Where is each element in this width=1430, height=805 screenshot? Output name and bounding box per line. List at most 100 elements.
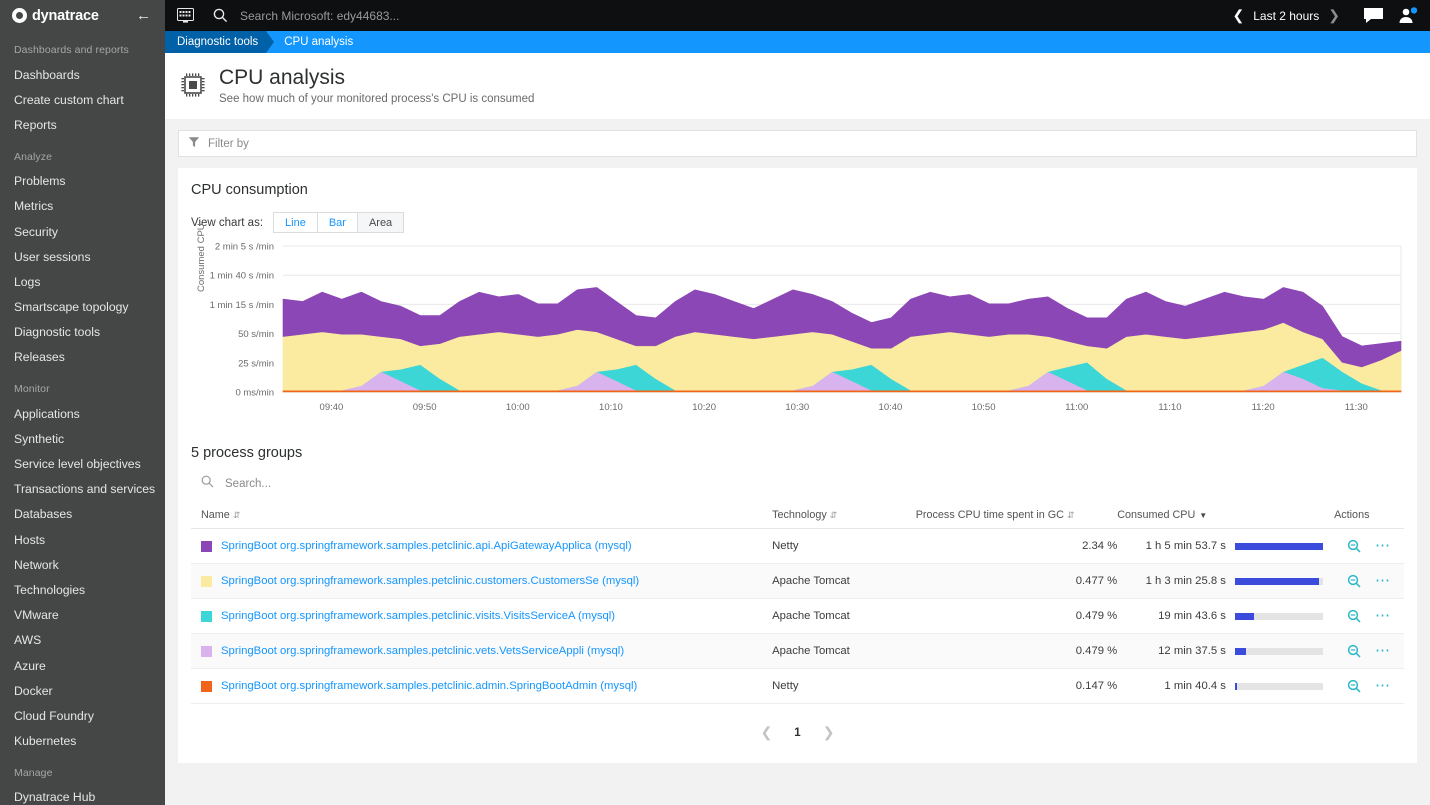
column-header-gc[interactable]: Process CPU time spent in GC⇵ (916, 503, 1118, 529)
chevron-left-icon[interactable]: ❮ (1223, 7, 1253, 24)
sidebar-item-smartscape-topology[interactable]: Smartscape topology (0, 295, 165, 320)
chevron-right-icon[interactable]: ❯ (823, 724, 835, 741)
chart-type-line-button[interactable]: Line (274, 213, 318, 232)
more-dots-icon[interactable]: ⋯ (1375, 612, 1391, 620)
sidebar-item-vmware[interactable]: VMware (0, 603, 165, 628)
sidebar-item-releases[interactable]: Releases (0, 345, 165, 370)
sidebar-item-technologies[interactable]: Technologies (0, 577, 165, 602)
sidebar-item-metrics[interactable]: Metrics (0, 194, 165, 219)
sidebar-item-synthetic[interactable]: Synthetic (0, 426, 165, 451)
process-group-link[interactable]: SpringBoot org.springframework.samples.p… (221, 540, 632, 552)
cell-gc: 0.477 % (916, 564, 1118, 599)
chart-type-bar-button[interactable]: Bar (318, 213, 358, 232)
sidebar-item-create-custom-chart[interactable]: Create custom chart (0, 87, 165, 112)
app-root: dynatrace ← Dashboards and reportsDashbo… (0, 0, 1430, 805)
magnifier-analyze-icon[interactable] (1347, 679, 1361, 693)
chat-icon[interactable] (1363, 7, 1384, 24)
table-row[interactable]: SpringBoot org.springframework.samples.p… (191, 599, 1404, 634)
time-range-selector[interactable]: Last 2 hours (1253, 9, 1319, 23)
sidebar-item-diagnostic-tools[interactable]: Diagnostic tools (0, 320, 165, 345)
column-label-name: Name (201, 509, 230, 521)
dynatrace-logo[interactable]: dynatrace (12, 8, 99, 24)
arrow-left-icon[interactable]: ← (136, 8, 151, 23)
cell-name: SpringBoot org.springframework.samples.p… (191, 599, 772, 634)
table-search-input[interactable]: Search... (191, 471, 1404, 503)
sidebar-item-azure[interactable]: Azure (0, 653, 165, 678)
table-row[interactable]: SpringBoot org.springframework.samples.p… (191, 529, 1404, 564)
cell-technology: Netty (772, 529, 916, 564)
column-header-technology[interactable]: Technology⇵ (772, 503, 916, 529)
topbar-right-controls: ❮ Last 2 hours ❯ (1223, 7, 1430, 24)
column-label-gc: Process CPU time spent in GC (916, 509, 1064, 521)
breadcrumb-separator-icon (266, 31, 274, 53)
chart-y-tick-label: 2 min 5 s /min (215, 242, 274, 253)
sidebar-item-docker[interactable]: Docker (0, 678, 165, 703)
cpu-bar-fill (1235, 578, 1319, 585)
sidebar-item-network[interactable]: Network (0, 552, 165, 577)
column-header-consumed-cpu[interactable]: Consumed CPU▼ (1117, 503, 1235, 529)
sidebar-item-security[interactable]: Security (0, 219, 165, 244)
column-header-name[interactable]: Name⇵ (191, 503, 772, 529)
cell-consumed-cpu: 12 min 37.5 s (1117, 634, 1235, 669)
chart-x-tick-label: 10:30 (785, 402, 809, 413)
breadcrumb-parent[interactable]: Diagnostic tools (165, 31, 266, 53)
sidebar-item-service-level-objectives[interactable]: Service level objectives (0, 451, 165, 476)
sidebar-item-cloud-foundry[interactable]: Cloud Foundry (0, 703, 165, 728)
sidebar-item-transactions-and-services[interactable]: Transactions and services (0, 477, 165, 502)
cell-technology: Apache Tomcat (772, 634, 916, 669)
breadcrumb-current[interactable]: CPU analysis (274, 31, 363, 53)
series-color-swatch (201, 576, 212, 587)
table-row[interactable]: SpringBoot org.springframework.samples.p… (191, 669, 1404, 704)
magnifier-analyze-icon[interactable] (1347, 609, 1361, 623)
sidebar-item-logs[interactable]: Logs (0, 269, 165, 294)
sidebar-item-reports[interactable]: Reports (0, 112, 165, 137)
filter-input[interactable]: Filter by (178, 130, 1417, 157)
sidebar-item-problems[interactable]: Problems (0, 169, 165, 194)
series-color-swatch (201, 611, 212, 622)
process-group-link[interactable]: SpringBoot org.springframework.samples.p… (221, 610, 615, 622)
more-dots-icon[interactable]: ⋯ (1375, 647, 1391, 655)
sidebar-item-dashboards[interactable]: Dashboards (0, 62, 165, 87)
more-dots-icon[interactable]: ⋯ (1375, 682, 1391, 690)
sidebar-item-hosts[interactable]: Hosts (0, 527, 165, 552)
sidebar-item-databases[interactable]: Databases (0, 502, 165, 527)
more-dots-icon[interactable]: ⋯ (1375, 577, 1391, 585)
more-dots-icon[interactable]: ⋯ (1375, 542, 1391, 550)
search-icon[interactable] (211, 7, 229, 25)
dynatrace-logo-text: dynatrace (32, 8, 99, 24)
process-group-link[interactable]: SpringBoot org.springframework.samples.p… (221, 645, 624, 657)
sidebar-item-dynatrace-hub[interactable]: Dynatrace Hub (0, 785, 165, 805)
sort-icon: ⇵ (830, 510, 838, 520)
dynatrace-logo-icon (12, 8, 27, 23)
table-header-row: Name⇵ Technology⇵ Process CPU time spent… (191, 503, 1404, 529)
magnifier-analyze-icon[interactable] (1347, 539, 1361, 553)
chart-type-button-group: LineBarArea (273, 212, 404, 233)
cell-actions: ⋯ (1334, 599, 1404, 634)
process-group-link[interactable]: SpringBoot org.springframework.samples.p… (221, 575, 639, 587)
sidebar-item-aws[interactable]: AWS (0, 628, 165, 653)
user-avatar-icon[interactable] (1398, 7, 1418, 24)
table-row[interactable]: SpringBoot org.springframework.samples.p… (191, 634, 1404, 669)
cpu-consumption-card: CPU consumption View chart as: LineBarAr… (178, 168, 1417, 763)
apps-grid-icon[interactable] (175, 6, 195, 26)
chart-type-area-button[interactable]: Area (358, 213, 403, 232)
sidebar-item-user-sessions[interactable]: User sessions (0, 244, 165, 269)
table-row[interactable]: SpringBoot org.springframework.samples.p… (191, 564, 1404, 599)
cell-gc: 0.479 % (916, 634, 1118, 669)
chart-x-tick-label: 09:40 (320, 402, 344, 413)
process-group-link[interactable]: SpringBoot org.springframework.samples.p… (221, 680, 637, 692)
table-header: Name⇵ Technology⇵ Process CPU time spent… (191, 503, 1404, 529)
chevron-right-icon[interactable]: ❯ (1319, 7, 1349, 24)
sidebar-item-applications[interactable]: Applications (0, 401, 165, 426)
magnifier-analyze-icon[interactable] (1347, 574, 1361, 588)
sidebar-item-kubernetes[interactable]: Kubernetes (0, 729, 165, 754)
cell-technology: Netty (772, 669, 916, 704)
series-color-swatch (201, 646, 212, 657)
search-input[interactable]: Search Microsoft: edy44683... (240, 9, 399, 23)
magnifier-analyze-icon[interactable] (1347, 644, 1361, 658)
series-color-swatch (201, 681, 212, 692)
cell-consumed-cpu: 1 h 5 min 53.7 s (1117, 529, 1235, 564)
cpu-chart[interactable]: Consumed CPU 2 min 5 s /min1 min 40 s /m… (191, 240, 1404, 425)
chevron-left-icon[interactable]: ❮ (761, 724, 773, 741)
page-number[interactable]: 1 (794, 727, 800, 739)
